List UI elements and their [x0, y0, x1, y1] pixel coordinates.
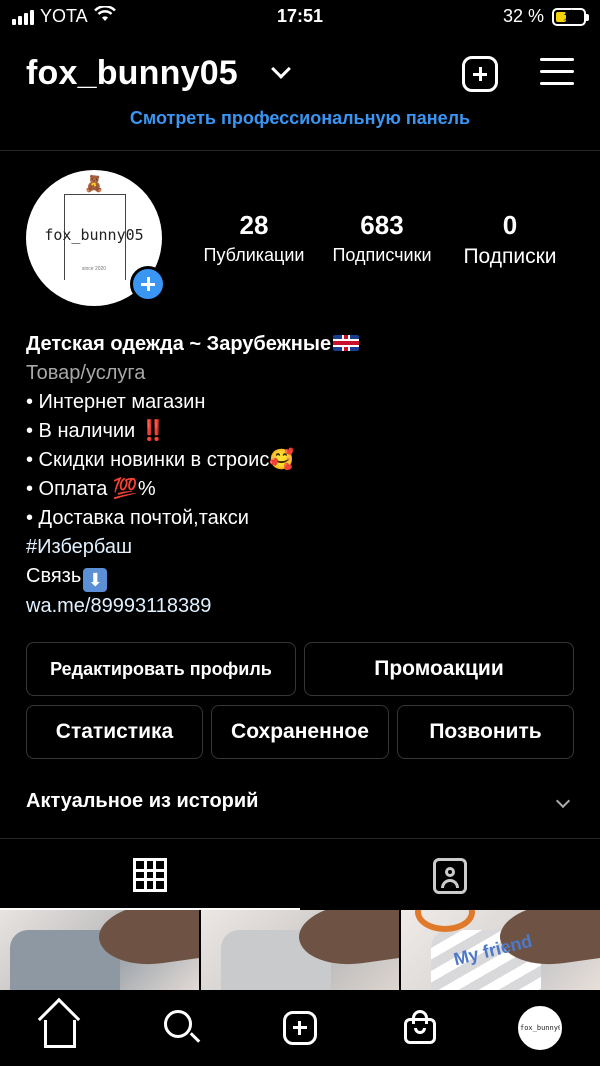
add-post-icon[interactable] — [462, 56, 498, 92]
search-icon[interactable] — [162, 1008, 202, 1048]
profile-avatar[interactable]: fox_bunny05 — [518, 1006, 562, 1050]
saved-button[interactable]: Сохраненное — [211, 705, 389, 759]
bio-line: • Доставка почтой,такси — [26, 507, 249, 529]
edit-profile-button[interactable]: Редактировать профиль — [26, 642, 296, 696]
grid-icon — [133, 858, 167, 892]
status-bar: YOTA 17:51 32 % ⚡ — [0, 0, 600, 34]
post-thumbnail[interactable] — [200, 910, 400, 990]
nav-avatar-text: fox_bunny05 — [520, 1024, 562, 1032]
chevron-down-icon[interactable] — [555, 793, 571, 809]
tab-posts-grid[interactable] — [0, 840, 300, 910]
bio-line: • Скидки новинки в строис🥰 — [26, 449, 295, 471]
bio-category: Товар/услуга — [26, 362, 146, 384]
shop-icon[interactable] — [402, 1008, 442, 1048]
followers-value: 683 — [360, 210, 404, 240]
uk-flag-icon — [333, 335, 360, 351]
username-switcher[interactable]: fox_bunny05 — [26, 54, 238, 93]
tab-tagged[interactable] — [300, 840, 600, 910]
tagged-icon — [433, 858, 467, 894]
menu-icon[interactable] — [540, 58, 574, 86]
posts-label: Публикации — [203, 245, 305, 265]
post-thumbnail[interactable] — [0, 910, 199, 990]
bio-line: • Интернет магазин — [26, 391, 206, 413]
logo-text: fox_bunny05 — [44, 226, 144, 244]
followers-label: Подписчики — [332, 245, 432, 265]
bio-line: • В наличии ‼️ — [26, 420, 166, 442]
bio-name: Детская одежда ~ Зарубежные — [26, 333, 332, 355]
posts-value: 28 — [239, 210, 269, 240]
following-value: 0 — [502, 210, 518, 240]
followers-count[interactable]: 683 Подписчики — [324, 210, 440, 266]
posts-count[interactable]: 28 Публикации — [196, 210, 312, 266]
story-highlights-title[interactable]: Актуальное из историй — [26, 790, 258, 813]
down-arrow-icon: ⬇ — [83, 568, 108, 592]
statistics-button[interactable]: Статистика — [26, 705, 203, 759]
post-thumbnail[interactable]: My friend — [401, 910, 600, 990]
header-divider — [0, 150, 600, 151]
following-count[interactable]: 0 Подписки — [454, 210, 566, 269]
create-icon[interactable] — [283, 1011, 317, 1045]
posts-grid: My friend — [0, 910, 600, 990]
professional-dashboard-link[interactable]: Смотреть профессиональную панель — [0, 108, 600, 129]
bio-line: • Оплата 💯% — [26, 478, 156, 500]
profile-header: fox_bunny05 — [26, 48, 574, 98]
bio-line: Связь — [26, 565, 82, 587]
bio: Детская одежда ~ Зарубежные Товар/услуга… — [26, 330, 360, 621]
bottom-nav — [0, 990, 600, 1066]
chevron-down-icon[interactable] — [271, 59, 291, 79]
battery-icon: ⚡ — [552, 7, 589, 26]
bio-website-link[interactable]: wa.me/89993118389 — [26, 592, 359, 621]
battery-percent: 32 % — [502, 6, 544, 26]
following-label: Подписки — [463, 245, 557, 268]
add-story-icon[interactable] — [130, 266, 166, 302]
hashtag-link[interactable]: #Избербаш — [26, 533, 359, 562]
bear-icon: 🧸 — [84, 176, 104, 193]
call-button[interactable]: Позвонить — [397, 705, 574, 759]
promotions-button[interactable]: Промоакции — [304, 642, 574, 696]
tabs-divider — [0, 838, 600, 839]
